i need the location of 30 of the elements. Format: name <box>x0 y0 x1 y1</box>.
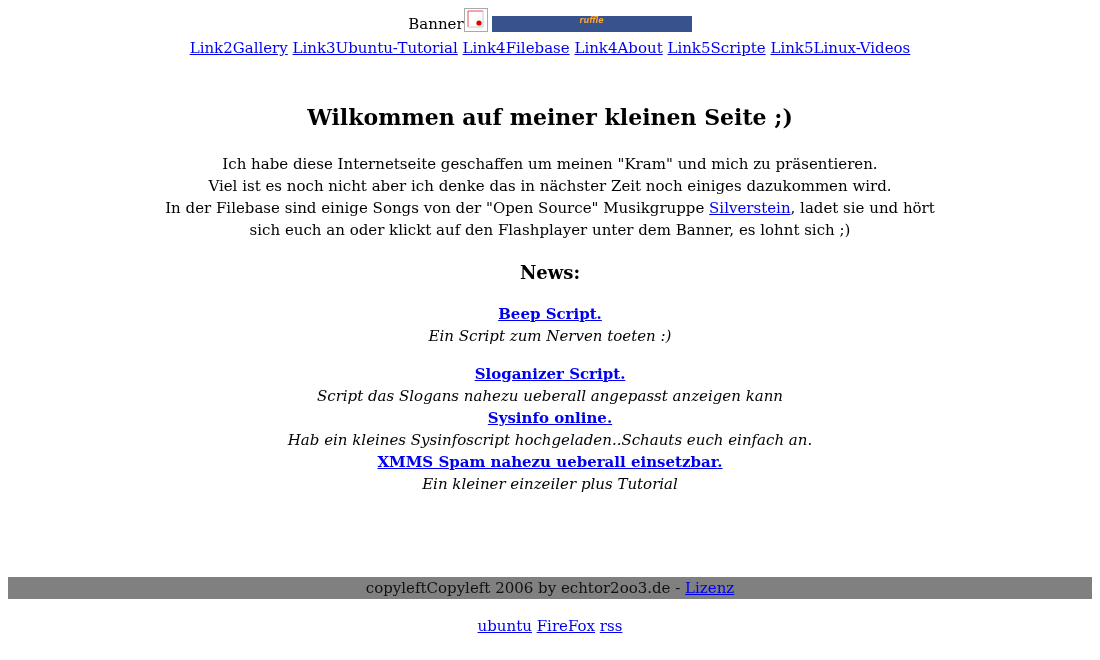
news-description: Ein Script zum Nerven toeten :) <box>428 327 672 345</box>
intro-text: , ladet sie und hört <box>790 199 935 217</box>
news-title-link[interactable]: Sysinfo online. <box>487 409 613 427</box>
ruffle-logo: ruffle <box>579 16 604 25</box>
broken-image-icon <box>463 8 488 32</box>
nav-link[interactable]: Link3Ubuntu-Tutorial <box>292 39 458 57</box>
band-link[interactable]: Silverstein <box>709 199 791 217</box>
copyright-text: copyleftCopyleft 2006 by echtor2oo3.de - <box>365 579 681 597</box>
news-title-link[interactable]: Beep Script. <box>498 305 602 323</box>
nav-link[interactable]: Link5Linux-Videos <box>770 39 911 57</box>
nav-link[interactable]: Link4Filebase <box>462 39 570 57</box>
intro-text: Viel ist es noch nicht aber ich denke das in nächster Zeit noch einiges dazukommen wird. <box>208 177 892 195</box>
news-title-link[interactable]: XMMS Spam nahezu ueberall einsetzbar. <box>377 453 723 471</box>
intro-text: In der Filebase sind einige Songs von der "Open Source" Musikgruppe <box>165 199 705 217</box>
footer-link[interactable]: FireFox <box>536 617 595 635</box>
footer-link[interactable]: rss <box>599 617 623 635</box>
intro-text: Ich habe diese Internetseite geschaffen um meinen "Kram" und mich zu präsentieren. <box>222 155 878 173</box>
news-description: Ein kleiner einzeiler plus Tutorial <box>422 475 678 493</box>
news-heading: News: <box>519 261 581 285</box>
intro-text: sich euch an oder klickt auf den Flashplayer unter dem Banner, es lohnt sich ;) <box>249 221 851 239</box>
footer-link[interactable]: ubuntu <box>477 617 532 635</box>
page-title: Wilkommen auf meiner kleinen Seite ;) <box>307 103 793 132</box>
nav-link[interactable]: Link2Gallery <box>189 39 288 57</box>
news-description: Hab ein kleines Sysinfoscript hochgeladen..Schauts euch einfach an. <box>287 431 813 449</box>
flash-player[interactable]: ruffle <box>491 16 692 32</box>
nav-link[interactable]: Link5Scripte <box>667 39 766 57</box>
news-title-link[interactable]: Sloganizer Script. <box>474 365 626 383</box>
banner-alt-text: Banner <box>408 17 464 32</box>
news-description: Script das Slogans nahezu ueberall angepasst anzeigen kann <box>316 387 784 405</box>
nav-link[interactable]: Link4About <box>574 39 663 57</box>
